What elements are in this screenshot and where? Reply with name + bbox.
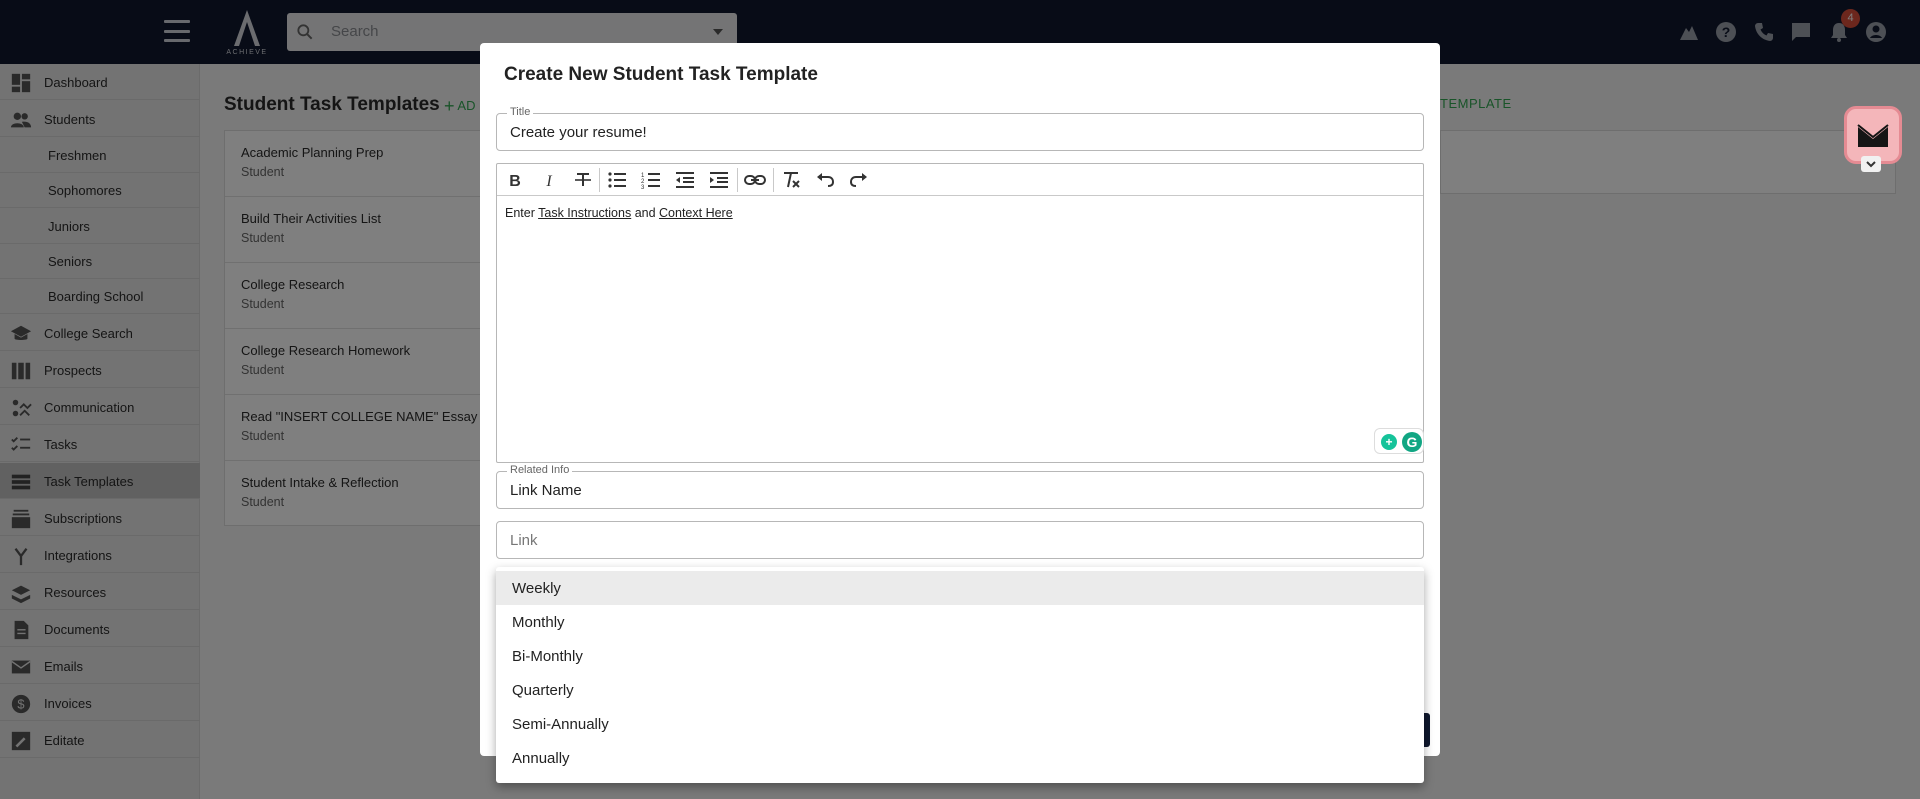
editor-toolbar: B I 123 [497, 164, 1423, 196]
strikethrough-icon[interactable] [571, 169, 595, 191]
heart-icon [1857, 124, 1889, 147]
option-annually[interactable]: Annually [496, 741, 1424, 775]
option-weekly[interactable]: Weekly [496, 571, 1424, 605]
numbered-list-icon[interactable]: 123 [639, 169, 663, 191]
link-field[interactable]: Link [496, 521, 1424, 559]
chevron-down-icon[interactable] [1861, 156, 1881, 172]
title-field-label: Title [507, 106, 534, 118]
modal-title: Create New Student Task Template [504, 64, 818, 85]
option-semi-annually[interactable]: Semi-Annually [496, 707, 1424, 741]
title-field-value: Create your resume! [510, 124, 647, 141]
context-here-link[interactable]: Context Here [659, 206, 733, 220]
svg-text:I: I [545, 173, 552, 190]
link-name-value: Link Name [510, 482, 582, 499]
svg-text:B: B [509, 173, 521, 190]
link-placeholder: Link [510, 532, 538, 549]
option-quarterly[interactable]: Quarterly [496, 673, 1424, 707]
clear-format-icon[interactable] [779, 169, 803, 191]
title-field[interactable]: Title Create your resume! [496, 106, 1424, 151]
undo-icon[interactable] [813, 169, 837, 191]
task-instructions-link[interactable]: Task Instructions [538, 206, 631, 220]
rich-text-editor: B I 123 Enter Task Instructions and Cont… [496, 163, 1424, 463]
frequency-dropdown-menu: Weekly Monthly Bi-Monthly Quarterly Semi… [496, 567, 1424, 783]
link-icon[interactable] [743, 169, 767, 191]
svg-text:+: + [1385, 435, 1392, 449]
editor-content[interactable]: Enter Task Instructions and Context Here [505, 206, 733, 220]
outdent-icon[interactable] [673, 169, 697, 191]
italic-icon[interactable]: I [537, 169, 561, 191]
grammarly-widget[interactable]: + G [1374, 428, 1424, 454]
grammarly-icon: + G [1381, 432, 1422, 452]
bullet-list-icon[interactable] [605, 169, 629, 191]
svg-text:3: 3 [641, 185, 645, 191]
svg-text:G: G [1407, 434, 1418, 450]
option-monthly[interactable]: Monthly [496, 605, 1424, 639]
indent-icon[interactable] [707, 169, 731, 191]
link-name-field[interactable]: Related Info Link Name [496, 464, 1424, 509]
related-info-label: Related Info [507, 464, 573, 476]
bold-icon[interactable]: B [503, 169, 527, 191]
redo-icon[interactable] [847, 169, 871, 191]
option-bi-monthly[interactable]: Bi-Monthly [496, 639, 1424, 673]
